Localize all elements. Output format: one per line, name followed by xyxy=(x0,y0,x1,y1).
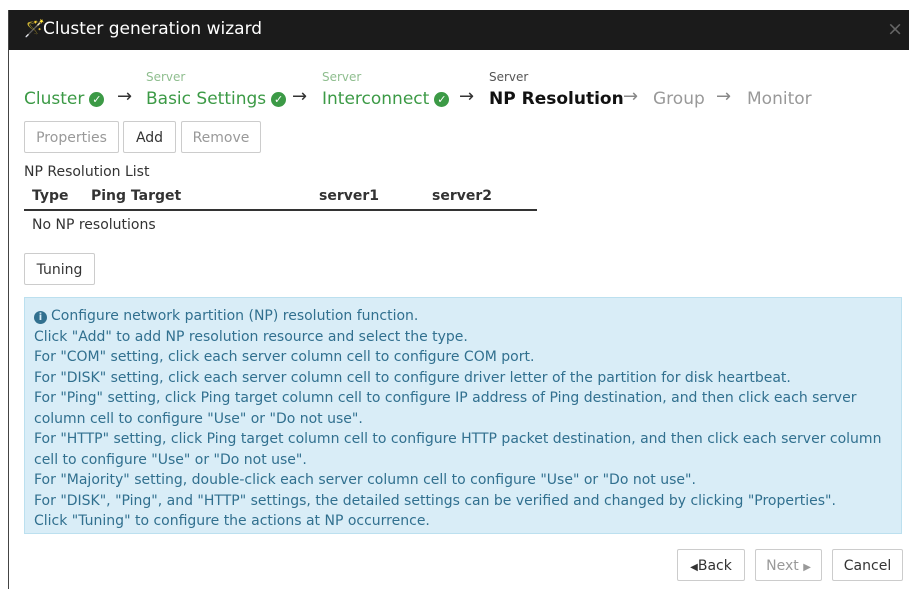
arrow-right-icon: → xyxy=(117,86,133,107)
empty-list-message: No NP resolutions xyxy=(32,217,156,233)
magic-wand-icon: 🪄 xyxy=(24,19,46,39)
info-line: Click "Tuning" to configure the actions … xyxy=(34,513,430,529)
arrow-right-icon: → xyxy=(623,86,639,107)
step-label: Monitor xyxy=(747,89,812,109)
title-bar: 🪄 Cluster generation wizard × xyxy=(9,10,909,50)
info-line: For "DISK", "Ping", and "HTTP" settings,… xyxy=(34,492,836,509)
step-label: Basic Settings xyxy=(146,89,267,109)
info-panel: i Configure network partition (NP) resolu… xyxy=(24,297,902,534)
step-sublabel: Server xyxy=(322,70,362,84)
step-label: Cluster xyxy=(24,89,85,109)
next-button[interactable]: Next ▶ xyxy=(755,549,822,581)
info-line: For "COM" setting, click each server col… xyxy=(34,349,535,365)
check-icon: ✓ xyxy=(434,92,450,107)
info-line: For "DISK" setting, click each server co… xyxy=(34,369,791,386)
caret-right-icon: ▶ xyxy=(803,562,811,573)
step-label: Interconnect xyxy=(322,89,430,109)
arrow-right-icon: → xyxy=(716,86,732,107)
close-icon[interactable]: × xyxy=(887,18,903,40)
check-icon: ✓ xyxy=(89,92,105,107)
column-header-type[interactable]: Type xyxy=(32,188,69,204)
info-line: For "Ping" setting, click Ping target co… xyxy=(34,390,857,427)
add-button[interactable]: Add xyxy=(123,121,176,153)
arrow-right-icon: → xyxy=(459,86,475,107)
check-icon: ✓ xyxy=(271,92,287,107)
column-header-server2[interactable]: server2 xyxy=(432,188,492,204)
info-line: Configure network partition (NP) resolut… xyxy=(51,308,419,324)
arrow-right-icon: → xyxy=(292,86,308,107)
step-sublabel: Server xyxy=(146,70,186,84)
window-title: Cluster generation wizard xyxy=(43,19,263,39)
back-button[interactable]: ◀Back xyxy=(677,549,745,581)
np-resolution-list-title: NP Resolution List xyxy=(24,164,150,180)
step-label: NP Resolution xyxy=(489,89,624,109)
np-resolution-table-header: Type Ping Target server1 server2 xyxy=(24,186,537,211)
column-header-server1[interactable]: server1 xyxy=(319,188,379,204)
tuning-button[interactable]: Tuning xyxy=(24,253,95,285)
info-icon: i xyxy=(34,311,47,324)
caret-left-icon: ◀ xyxy=(690,562,698,573)
step-sublabel: Server xyxy=(489,70,529,84)
cancel-button[interactable]: Cancel xyxy=(832,549,903,581)
info-line: For "Majority" setting, double-click eac… xyxy=(34,472,696,488)
step-label: Group xyxy=(653,89,705,109)
window-border xyxy=(8,10,9,589)
info-line: For "HTTP" setting, click Ping target co… xyxy=(34,431,882,468)
info-line: Click "Add" to add NP resolution resourc… xyxy=(34,328,468,345)
column-header-ping-target[interactable]: Ping Target xyxy=(91,188,181,204)
properties-button[interactable]: Properties xyxy=(24,121,119,153)
remove-button[interactable]: Remove xyxy=(181,121,261,153)
